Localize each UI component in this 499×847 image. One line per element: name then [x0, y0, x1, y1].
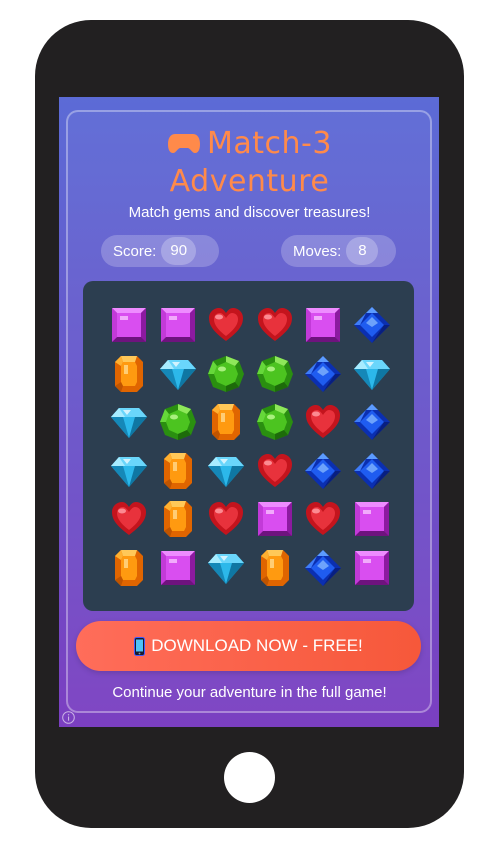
- gem-blue[interactable]: [303, 451, 343, 491]
- game-title: Match-3 Adventure: [0, 125, 499, 201]
- gem-red[interactable]: [109, 499, 149, 539]
- title-line-2: Adventure: [169, 164, 330, 199]
- gem-red[interactable]: [303, 499, 343, 539]
- moves-label: Moves:: [293, 242, 342, 260]
- footer-text: Continue your adventure in the full game…: [112, 684, 387, 701]
- score-value: 90: [161, 237, 197, 265]
- info-icon[interactable]: [62, 711, 75, 724]
- home-button[interactable]: [224, 752, 275, 803]
- title-line-1: Match-3: [0, 125, 499, 163]
- gem-blue[interactable]: [352, 305, 392, 345]
- gem-blue[interactable]: [352, 451, 392, 491]
- title-text-1: Match-3: [207, 126, 332, 161]
- gem-blue[interactable]: [303, 548, 343, 588]
- gem-green[interactable]: [206, 354, 246, 394]
- gem-cyan[interactable]: [206, 451, 246, 491]
- gem-orange[interactable]: [109, 354, 149, 394]
- gem-orange[interactable]: [206, 402, 246, 442]
- gem-orange[interactable]: [158, 451, 198, 491]
- gem-purple[interactable]: [303, 305, 343, 345]
- gamepad-icon: [168, 134, 201, 153]
- gem-orange[interactable]: [109, 548, 149, 588]
- subtitle: Match gems and discover treasures!: [128, 204, 371, 221]
- gem-purple[interactable]: [352, 499, 392, 539]
- gem-green[interactable]: [255, 402, 295, 442]
- download-button[interactable]: DOWNLOAD NOW - FREE!: [76, 621, 421, 671]
- gem-blue[interactable]: [303, 354, 343, 394]
- gem-purple[interactable]: [352, 548, 392, 588]
- gem-cyan[interactable]: [158, 354, 198, 394]
- gem-red[interactable]: [255, 451, 295, 491]
- moves-value: 8: [346, 237, 379, 265]
- gem-green[interactable]: [255, 354, 295, 394]
- mobile-phone-icon: [134, 636, 146, 656]
- gem-red[interactable]: [206, 499, 246, 539]
- gem-red[interactable]: [255, 305, 295, 345]
- gem-orange[interactable]: [158, 499, 198, 539]
- gem-green[interactable]: [158, 402, 198, 442]
- gem-red[interactable]: [206, 305, 246, 345]
- gem-blue[interactable]: [352, 402, 392, 442]
- gem-red[interactable]: [303, 402, 343, 442]
- moves-display: Moves: 8: [281, 235, 396, 267]
- gem-cyan[interactable]: [352, 354, 392, 394]
- gem-purple[interactable]: [158, 305, 198, 345]
- gem-cyan[interactable]: [109, 402, 149, 442]
- score-label: Score:: [113, 242, 157, 260]
- score-display: Score: 90: [101, 235, 219, 267]
- download-label: DOWNLOAD NOW - FREE!: [151, 636, 363, 655]
- gem-purple[interactable]: [255, 499, 295, 539]
- gem-purple[interactable]: [158, 548, 198, 588]
- gem-purple[interactable]: [109, 305, 149, 345]
- game-board: [83, 281, 414, 611]
- gem-cyan[interactable]: [206, 548, 246, 588]
- gem-orange[interactable]: [255, 548, 295, 588]
- gem-cyan[interactable]: [109, 451, 149, 491]
